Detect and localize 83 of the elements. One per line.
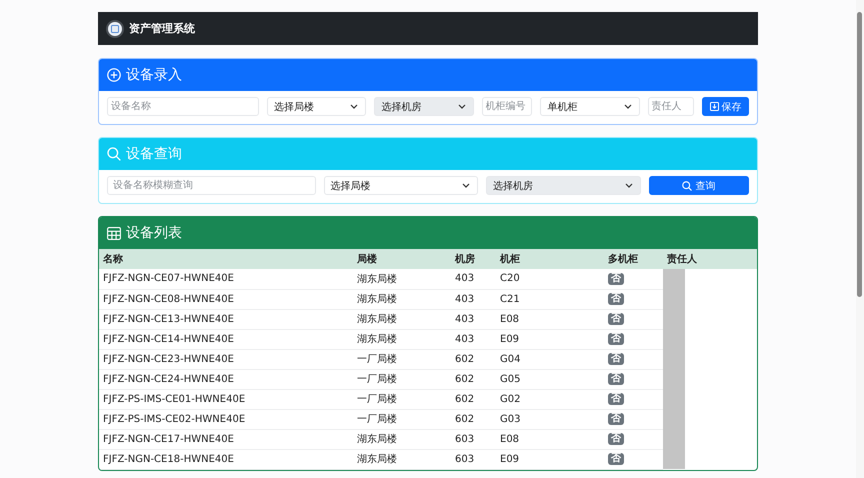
table-cell: 603 [451,449,496,469]
status-badge: 否 [608,333,624,345]
column-header: 名称 [99,249,353,269]
table-cell: G02 [496,389,604,409]
chevron-icon [624,104,632,109]
save-button[interactable]: 保存 [702,97,749,116]
search-icon [682,180,692,190]
column-header: 责任人 [663,249,757,269]
table-cell: 403 [451,269,496,289]
status-badge: 否 [608,353,624,365]
table-cell: E09 [496,329,604,349]
status-badge: 否 [608,453,624,465]
status-badge: 否 [608,272,624,285]
table-cell: FJFZ-PS-IMS-CE01-HWNE40E [99,389,353,409]
table-cell: FJFZ-NGN-CE08-HWNE40E [99,289,353,309]
card-title: 设备录入 [126,66,182,84]
status-badge: 否 [608,393,624,405]
table-cell: G05 [496,369,604,389]
status-badge: 否 [608,373,624,385]
table-cell: 403 [451,329,496,349]
card-title: 设备列表 [126,224,182,242]
query-button[interactable]: 查询 [648,176,749,195]
table-cell: 湖东局楼 [353,449,451,469]
table-cell: 一厂局楼 [353,409,451,429]
table-cell: 湖东局楼 [353,309,451,329]
chevron-icon [624,183,633,188]
search-icon [107,147,121,161]
device-name-field[interactable]: 设备名称 [107,97,260,116]
building-select[interactable]: 选择局楼 [267,97,366,116]
table-cell: 602 [451,409,496,429]
card-title: 设备查询 [126,145,182,163]
redacted-block [663,269,685,289]
table-cell: FJFZ-PS-IMS-CE02-HWNE40E [99,409,353,429]
status-badge: 否 [608,293,624,305]
table-cell: G04 [496,349,604,369]
table-cell: FJFZ-NGN-CE24-HWNE40E [99,369,353,389]
table-cell: E09 [496,449,604,469]
table-cell: 湖东局楼 [353,289,451,309]
plus-circle-icon [107,68,121,82]
column-header: 多机柜 [604,249,663,269]
scrollbar[interactable] [856,0,864,478]
save-icon [710,102,719,111]
table-cell: 602 [451,389,496,409]
table-cell: FJFZ-NGN-CE18-HWNE40E [99,449,353,469]
table-cell: FJFZ-NGN-CE07-HWNE40E [99,269,353,289]
table-cell: E08 [496,429,604,449]
table-cell: E08 [496,309,604,329]
chevron-icon [462,183,470,188]
table-cell: 一厂局楼 [353,369,451,389]
table-cell: 湖东局楼 [353,429,451,449]
table-cell: C21 [496,289,604,309]
table-cell: 湖东局楼 [353,269,451,289]
status-badge: 否 [608,413,624,425]
table-cell: 一厂局楼 [353,389,451,409]
logo-icon [106,20,124,38]
redacted-block [663,449,685,469]
cabinet-type-select[interactable]: 单机柜 [540,97,640,116]
table-cell: 602 [451,369,496,389]
table-icon [107,226,121,240]
cabinet-number-field[interactable]: 机柜编号 [482,97,532,116]
column-header: 局楼 [353,249,451,269]
chevron-icon [458,104,466,109]
table-cell: FJFZ-NGN-CE14-HWNE40E [99,329,353,349]
table-cell: 403 [451,309,496,329]
table-cell: FJFZ-NGN-CE23-HWNE40E [99,349,353,369]
table-cell: G03 [496,409,604,429]
table-cell: FJFZ-NGN-CE13-HWNE40E [99,309,353,329]
status-badge: 否 [608,433,624,445]
building-select[interactable]: 选择局楼 [324,176,478,195]
table-cell: FJFZ-NGN-CE17-HWNE40E [99,429,353,449]
column-header: 机房 [451,249,496,269]
table-cell: C20 [496,269,604,289]
table-cell: 603 [451,429,496,449]
device-search-field[interactable]: 设备名称模糊查询 [107,176,316,195]
table-cell: 602 [451,349,496,369]
status-badge: 否 [608,313,624,325]
table-cell: 403 [451,289,496,309]
table-cell: 一厂局楼 [353,349,451,369]
table-cell: 湖东局楼 [353,329,451,349]
chevron-icon [350,104,358,109]
app-title: 资产管理系统 [129,21,195,36]
column-header: 机柜 [496,249,604,269]
owner-field[interactable]: 责任人 [648,97,694,116]
